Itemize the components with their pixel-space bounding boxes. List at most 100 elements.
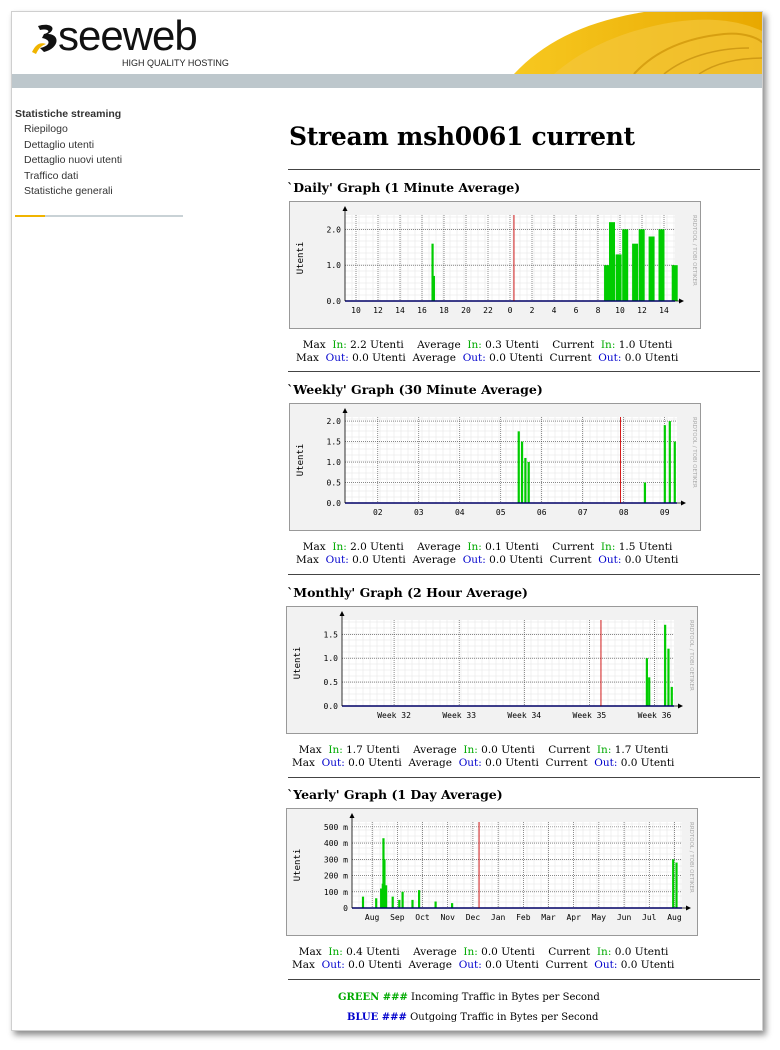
logo-tagline: HIGH QUALITY HOSTING: [122, 58, 229, 68]
graph-title-daily: `Daily' Graph (1 Minute Average): [287, 180, 521, 195]
data-bar-in: [663, 425, 666, 503]
rrdtool-credit: RRDTOOL / TOBI OETIKER: [691, 215, 697, 286]
x-tick-label: Aug: [365, 913, 380, 922]
data-bar-in: [658, 229, 665, 301]
data-bar-in: [391, 896, 394, 908]
x-tick-label: 06: [537, 508, 547, 517]
y-tick-label: 2.0: [327, 417, 342, 426]
x-tick-label: Aug: [667, 913, 682, 922]
weekly-stats: Max In: 2.0 Utenti Average In: 0.1 Utent…: [296, 541, 678, 567]
data-bar-in: [527, 462, 530, 503]
header-decoration: [514, 12, 762, 74]
legend-incoming: GREEN ### Incoming Traffic in Bytes per …: [338, 992, 600, 1003]
page-title: Stream msh0061 current: [289, 122, 635, 151]
yearly-graph: 0 100 m 200 m 300 m 400 m 500 m Aug Sep Oct Nov De…: [286, 808, 698, 936]
x-tick-label: 03: [414, 508, 424, 517]
y-tick-label: 1.0: [327, 458, 342, 467]
sidebar-item-dettaglio-nuovi-utenti[interactable]: Dettaglio nuovi utenti: [15, 153, 185, 169]
logo-wordmark: seeweb: [58, 12, 198, 59]
yearly-stats-in: Max In: 0.4 Utenti Average In: 0.0 Utent…: [298, 946, 669, 958]
x-tick-label: 04: [455, 508, 465, 517]
x-tick-label: 14: [659, 306, 669, 315]
sidebar-item-traffico-dati[interactable]: Traffico dati: [15, 169, 185, 185]
x-tick-label: Jul: [642, 913, 657, 922]
data-bar-in: [673, 441, 676, 503]
plot-area: [342, 620, 674, 706]
daily-stats-out: Max Out: 0.0 Utenti Average Out: 0.0 Ute…: [296, 352, 679, 364]
data-bar-in: [434, 901, 437, 908]
legend-green-text: Incoming Traffic in Bytes per Second: [411, 992, 600, 1003]
rrdtool-credit: RRDTOOL / TOBI OETIKER: [691, 417, 697, 488]
sidebar-title: Statistiche streaming: [15, 108, 122, 120]
sidebar-item-dettaglio-utenti[interactable]: Dettaglio utenti: [15, 138, 185, 154]
x-tick-label: Apr: [566, 913, 581, 922]
x-tick-label: Oct: [415, 913, 430, 922]
sidebar-item-statistiche-generali[interactable]: Statistiche generali: [15, 184, 185, 200]
x-tick-label: Week 36: [638, 711, 672, 720]
data-bar-in: [361, 896, 365, 908]
data-bar-in: [520, 441, 524, 503]
graph-title-monthly: `Monthly' Graph (2 Hour Average): [287, 585, 528, 600]
x-tick-label: 07: [578, 508, 588, 517]
data-bar-in: [664, 624, 667, 706]
x-tick-label: 10: [351, 306, 361, 315]
weekly-stats-out: Max Out: 0.0 Utenti Average Out: 0.0 Ute…: [296, 554, 679, 566]
y-tick-label: 1.5: [324, 630, 339, 639]
x-tick-label: 12: [637, 306, 647, 315]
seeweb-logo[interactable]: seeweb HIGH QUALITY HOSTING: [30, 12, 240, 72]
y-tick-label: 500 m: [324, 823, 348, 832]
sidebar-item-riepilogo[interactable]: Riepilogo: [15, 122, 185, 138]
x-tick-label: 0: [508, 306, 513, 315]
legend-outgoing: BLUE ### Outgoing Traffic in Bytes per S…: [347, 1012, 598, 1023]
data-bar-in: [609, 222, 615, 301]
data-bar-in: [432, 275, 435, 301]
daily-stats: Max In: 2.2 Utenti Average In: 0.3 Utent…: [296, 339, 678, 365]
plot-area: [345, 417, 677, 503]
x-tick-label: Sep: [390, 913, 405, 922]
data-bar-in: [668, 421, 671, 503]
data-bar-in: [411, 899, 414, 908]
rrdtool-credit: RRDTOOL / TOBI OETIKER: [688, 620, 694, 691]
data-bar-in: [645, 658, 648, 706]
y-tick-label: 2.0: [327, 225, 342, 234]
y-tick-label: 0.5: [327, 479, 342, 488]
sidebar: Statistiche streaming Riepilogo Dettagli…: [15, 108, 185, 200]
x-tick-label: 4: [552, 306, 557, 315]
graph-title-yearly: `Yearly' Graph (1 Day Average): [287, 787, 503, 802]
data-bar-in: [632, 243, 639, 301]
x-tick-label: Week 32: [377, 711, 411, 720]
rrdtool-credit: RRDTOOL / TOBI OETIKER: [688, 822, 694, 893]
y-tick-label: 300 m: [324, 855, 348, 864]
y-tick-label: 200 m: [324, 872, 348, 881]
x-tick-label: 09: [660, 508, 670, 517]
browser-page: seeweb HIGH QUALITY HOSTING Statistiche …: [11, 11, 763, 1031]
data-bar-in: [671, 265, 678, 301]
y-axis-label: Utenti: [293, 849, 303, 882]
y-tick-label: 1.0: [327, 261, 342, 270]
y-tick-label: 0.0: [327, 297, 342, 306]
divider: [288, 979, 760, 980]
y-axis-label: Utenti: [296, 444, 306, 477]
x-tick-label: 08: [619, 508, 629, 517]
x-tick-label: 22: [483, 306, 493, 315]
x-tick-label: Week 35: [573, 711, 607, 720]
data-bar-in: [375, 898, 378, 908]
x-tick-label: 14: [395, 306, 405, 315]
legend-blue-text: Outgoing Traffic in Bytes per Second: [410, 1012, 599, 1023]
site-header: seeweb HIGH QUALITY HOSTING: [12, 12, 762, 74]
x-tick-label: 20: [461, 306, 471, 315]
x-tick-label: 02: [373, 508, 383, 517]
data-bar-in: [451, 903, 454, 908]
data-bar-in: [670, 686, 673, 706]
y-tick-label: 1.5: [327, 438, 342, 447]
yearly-stats-out: Max Out: 0.0 Utenti Average Out: 0.0 Ute…: [292, 959, 675, 971]
sidebar-divider: [15, 215, 183, 217]
x-tick-label: 6: [574, 306, 579, 315]
x-tick-label: 12: [373, 306, 383, 315]
x-tick-label: Feb: [516, 913, 531, 922]
x-tick-label: Jun: [617, 913, 632, 922]
y-axis-label: Utenti: [296, 242, 306, 275]
x-tick-label: May: [592, 913, 607, 922]
data-bar-in: [418, 890, 421, 908]
monthly-stats: Max In: 1.7 Utenti Average In: 0.0 Utent…: [292, 744, 674, 770]
